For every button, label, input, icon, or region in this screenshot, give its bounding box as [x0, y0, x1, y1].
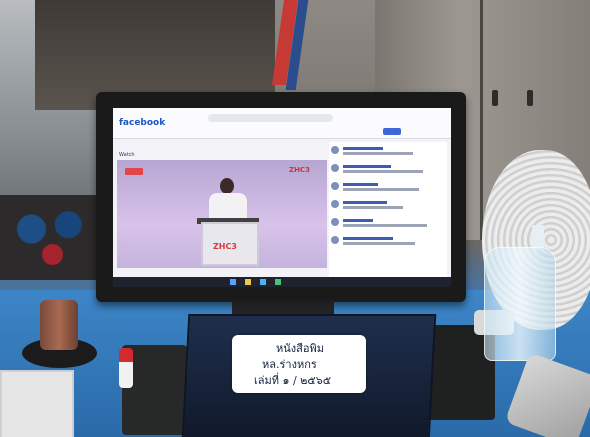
monitor-screen: facebook Watch ZHC3 ZHC3: [113, 108, 451, 283]
comment-author: [343, 183, 378, 186]
tab-watch[interactable]: Watch: [119, 152, 135, 158]
sanitizer-bottle: [484, 225, 556, 361]
folder-icon[interactable]: [245, 279, 251, 285]
chrome-icon[interactable]: [275, 279, 281, 285]
windows-icon[interactable]: [230, 279, 236, 285]
speaker-head: [220, 178, 234, 194]
comment-text: [343, 206, 403, 209]
cabinet-handle: [492, 90, 498, 106]
comment-author: [343, 201, 387, 204]
search-input[interactable]: [208, 114, 333, 122]
comment-author: [343, 165, 391, 168]
comment-author: [343, 147, 383, 150]
live-badge: [125, 168, 143, 175]
desk-toys: [0, 195, 105, 280]
comment-text: [343, 152, 413, 155]
taskbar: [113, 277, 451, 287]
follow-button[interactable]: [383, 128, 401, 135]
comment-text: [343, 188, 419, 191]
bottle-body: [484, 247, 556, 361]
label-line-3: เล่มที่ ๑ / ๒๕๖๕: [254, 374, 332, 387]
browser-icon[interactable]: [260, 279, 266, 285]
comment-item: [331, 146, 441, 160]
photo-scene: facebook Watch ZHC3 ZHC3 หนังสือพิม หล.ร…: [0, 0, 590, 437]
podium-logo: ZHC3: [213, 242, 237, 251]
avatar: [331, 182, 339, 190]
paper-stack: [0, 370, 74, 437]
cabinet-handle: [527, 90, 533, 106]
comment-author: [343, 237, 393, 240]
avatar: [331, 164, 339, 172]
site-logo: facebook: [119, 118, 166, 128]
lip-balm: [119, 348, 133, 388]
avatar: [331, 236, 339, 244]
avatar: [331, 218, 339, 226]
comment-item: [331, 182, 441, 196]
comment-text: [343, 224, 427, 227]
browser-topbar: facebook: [113, 108, 451, 139]
comment-item: [331, 164, 441, 178]
video-logo: ZHC3: [289, 166, 310, 174]
cup: [40, 300, 78, 350]
avatar: [331, 200, 339, 208]
comment-text: [343, 242, 415, 245]
comment-panel: [329, 142, 447, 278]
video-player[interactable]: ZHC3 ZHC3: [117, 160, 327, 268]
avatar: [331, 146, 339, 154]
book-label: หนังสือพิม หล.ร่างหกร เล่มที่ ๑ / ๒๕๖๕: [232, 335, 366, 393]
comment-item: [331, 218, 441, 232]
comment-item: [331, 236, 441, 250]
comment-item: [331, 200, 441, 214]
comment-author: [343, 219, 373, 222]
comment-text: [343, 170, 423, 173]
